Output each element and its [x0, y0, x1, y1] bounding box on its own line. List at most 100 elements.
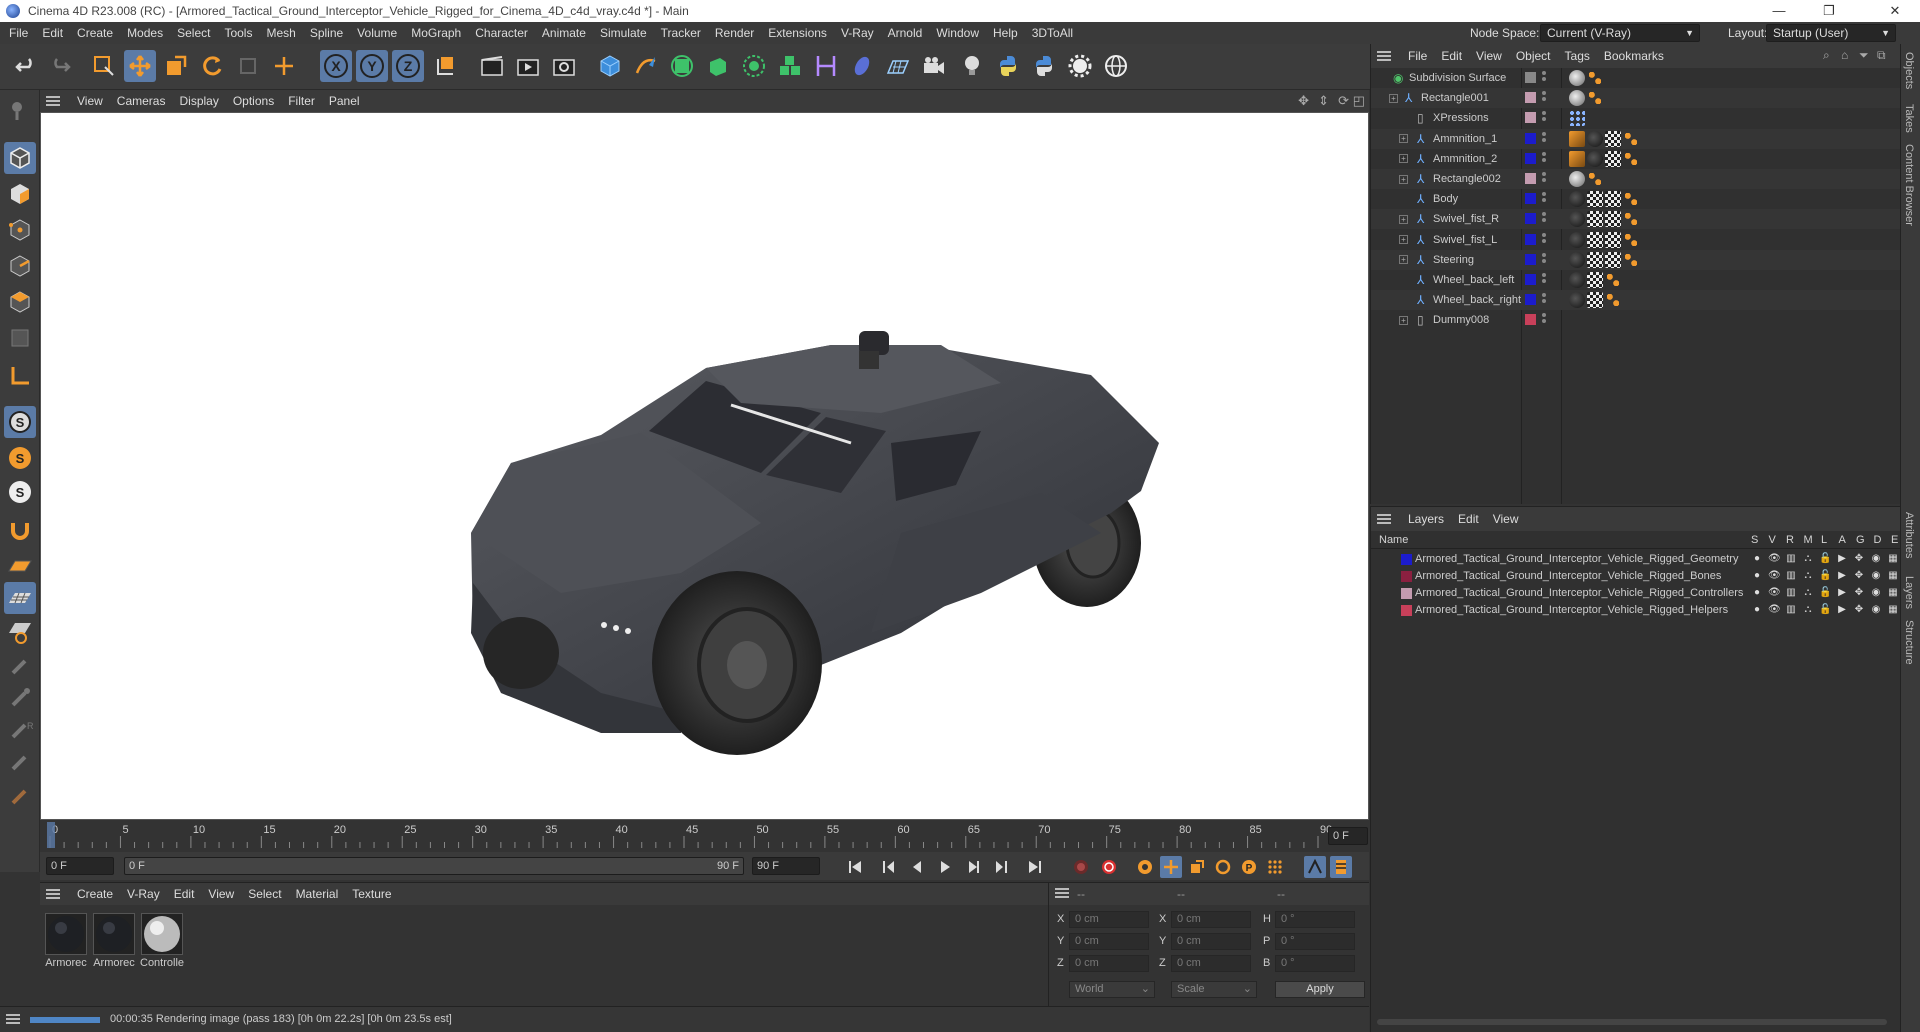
add-floor-button[interactable]: [882, 50, 914, 82]
keyframe-selection-button[interactable]: [1134, 856, 1156, 878]
vtag-tag-icon[interactable]: [1587, 171, 1603, 187]
ik-tool-button[interactable]: [4, 780, 36, 812]
object-row[interactable]: + ⅄ Swivel_fist_R: [1371, 209, 1901, 230]
object-menu-object[interactable]: Object: [1509, 45, 1558, 67]
lock-icon[interactable]: 🔓: [1819, 570, 1831, 582]
check-tag-icon[interactable]: [1587, 191, 1603, 208]
layer-scrollbar[interactable]: [1377, 1019, 1887, 1025]
expand-toggle[interactable]: +: [1399, 255, 1408, 265]
workplane-button[interactable]: [4, 550, 36, 582]
visibility-dots-icon[interactable]: [1542, 172, 1546, 185]
visibility-eye-icon[interactable]: 👁: [1768, 553, 1781, 565]
check-tag-icon[interactable]: [1587, 211, 1603, 228]
mat-tag-icon[interactable]: [1569, 231, 1585, 248]
add-mograph-button[interactable]: [774, 50, 806, 82]
uvw-tag-icon[interactable]: [1569, 130, 1585, 147]
mat-tag-icon[interactable]: [1569, 272, 1585, 288]
viewport-menu-icon[interactable]: [46, 96, 60, 106]
menu-create[interactable]: Create: [70, 22, 120, 44]
visibility-dots-icon[interactable]: [1542, 212, 1546, 225]
menu-animate[interactable]: Animate: [535, 22, 593, 44]
key-rotation-button[interactable]: [1212, 856, 1234, 878]
vtag-tag-icon[interactable]: [1605, 292, 1621, 309]
manager-icon[interactable]: ⛬: [1802, 553, 1814, 565]
tab-content-browser[interactable]: Content Browser: [1903, 144, 1915, 226]
layer-color-swatch[interactable]: [1525, 193, 1536, 205]
rotate-tool-button[interactable]: [196, 50, 228, 82]
layer-menu-layers[interactable]: Layers: [1401, 508, 1451, 530]
visibility-dots-icon[interactable]: [1542, 192, 1546, 205]
expand-toggle[interactable]: +: [1399, 315, 1408, 325]
object-row[interactable]: + ⅄ Ammnition_1: [1371, 128, 1901, 149]
add-camera-button[interactable]: [918, 50, 950, 82]
weight-tool-button[interactable]: [4, 746, 36, 778]
object-row[interactable]: ▯ XPressions: [1371, 108, 1901, 128]
rotate-view-icon[interactable]: ⟳: [1338, 93, 1349, 109]
visibility-dots-icon[interactable]: [1542, 273, 1546, 286]
lock-z-axis-button[interactable]: Z: [392, 50, 424, 82]
menu-arnold[interactable]: Arnold: [881, 22, 930, 44]
vray-globe-button[interactable]: [1100, 50, 1132, 82]
size-z-field[interactable]: 0 cm: [1171, 955, 1251, 972]
material-menu-texture[interactable]: Texture: [345, 883, 398, 905]
menu-spline[interactable]: Spline: [303, 22, 350, 44]
layer-color-swatch[interactable]: [1401, 571, 1412, 582]
menu-edit[interactable]: Edit: [35, 22, 70, 44]
add-cloner-button[interactable]: [738, 50, 770, 82]
object-row[interactable]: + ⅄ Rectangle001: [1371, 88, 1901, 109]
paint-tool-button[interactable]: [4, 650, 36, 682]
visibility-dots-icon[interactable]: [1542, 91, 1546, 104]
next-key-button[interactable]: [990, 856, 1012, 878]
menu-file[interactable]: File: [2, 22, 35, 44]
layer-color-swatch[interactable]: [1525, 173, 1536, 184]
move-tool-button[interactable]: [124, 50, 156, 82]
vtag-tag-icon[interactable]: [1623, 191, 1639, 208]
animation-play-icon[interactable]: ▶: [1836, 553, 1848, 565]
object-row[interactable]: ⅄ Wheel_back_left: [1371, 270, 1901, 290]
python-script-button[interactable]: [992, 50, 1024, 82]
coordinate-system-button[interactable]: [430, 50, 462, 82]
key-pla-button[interactable]: [1264, 856, 1286, 878]
pan-view-icon[interactable]: ✥: [1298, 93, 1309, 109]
material-menu-material[interactable]: Material: [289, 883, 346, 905]
visibility-eye-icon[interactable]: 👁: [1768, 587, 1781, 599]
object-row[interactable]: ⅄ Body: [1371, 189, 1901, 209]
vray-settings-button[interactable]: [1064, 50, 1096, 82]
render-icon[interactable]: ▥: [1785, 570, 1797, 582]
visibility-eye-icon[interactable]: 👁: [1768, 570, 1781, 582]
search-icon[interactable]: ⌕: [1823, 48, 1830, 63]
menu-volume[interactable]: Volume: [350, 22, 404, 44]
tweak-mode-button[interactable]: [4, 514, 36, 546]
joint-tool-button[interactable]: [4, 682, 36, 714]
menu-character[interactable]: Character: [468, 22, 535, 44]
pos-x-field[interactable]: 0 cm: [1069, 911, 1149, 928]
mat-tag-icon[interactable]: [1569, 211, 1585, 228]
check-tag-icon[interactable]: [1587, 231, 1603, 248]
object-row[interactable]: + ⅄ Steering: [1371, 249, 1901, 270]
generator-icon[interactable]: ✥: [1853, 587, 1865, 599]
object-row[interactable]: + ▯ Dummy008: [1371, 310, 1901, 330]
add-spline-button[interactable]: [630, 50, 662, 82]
menu-simulate[interactable]: Simulate: [593, 22, 654, 44]
lock-icon[interactable]: 🔓: [1819, 587, 1831, 599]
expand-toggle[interactable]: +: [1399, 134, 1408, 144]
perspective-viewport[interactable]: [40, 112, 1369, 820]
redo-button[interactable]: [44, 50, 76, 82]
expression-icon[interactable]: ▦: [1887, 570, 1899, 582]
menu-extensions[interactable]: Extensions: [761, 22, 834, 44]
status-menu-icon[interactable]: [6, 1014, 20, 1024]
deformer-icon[interactable]: ◉: [1870, 553, 1882, 565]
menu-help[interactable]: Help: [986, 22, 1025, 44]
menu-3dtoall[interactable]: 3DToAll: [1025, 22, 1080, 44]
layer-row[interactable]: Armored_Tactical_Ground_Interceptor_Vehi…: [1371, 551, 1901, 568]
layer-color-swatch[interactable]: [1401, 605, 1412, 616]
key-scale-button[interactable]: [1186, 856, 1208, 878]
material-menu-select[interactable]: Select: [241, 883, 288, 905]
mat-tag-icon[interactable]: [1569, 251, 1585, 268]
layer-color-swatch[interactable]: [1525, 92, 1536, 104]
check-tag-icon[interactable]: [1587, 251, 1603, 268]
tab-objects[interactable]: Objects: [1903, 52, 1915, 89]
current-frame-field[interactable]: 0 F: [1328, 827, 1368, 845]
mat-tag-icon[interactable]: [1569, 191, 1585, 208]
menu-window[interactable]: Window: [929, 22, 986, 44]
